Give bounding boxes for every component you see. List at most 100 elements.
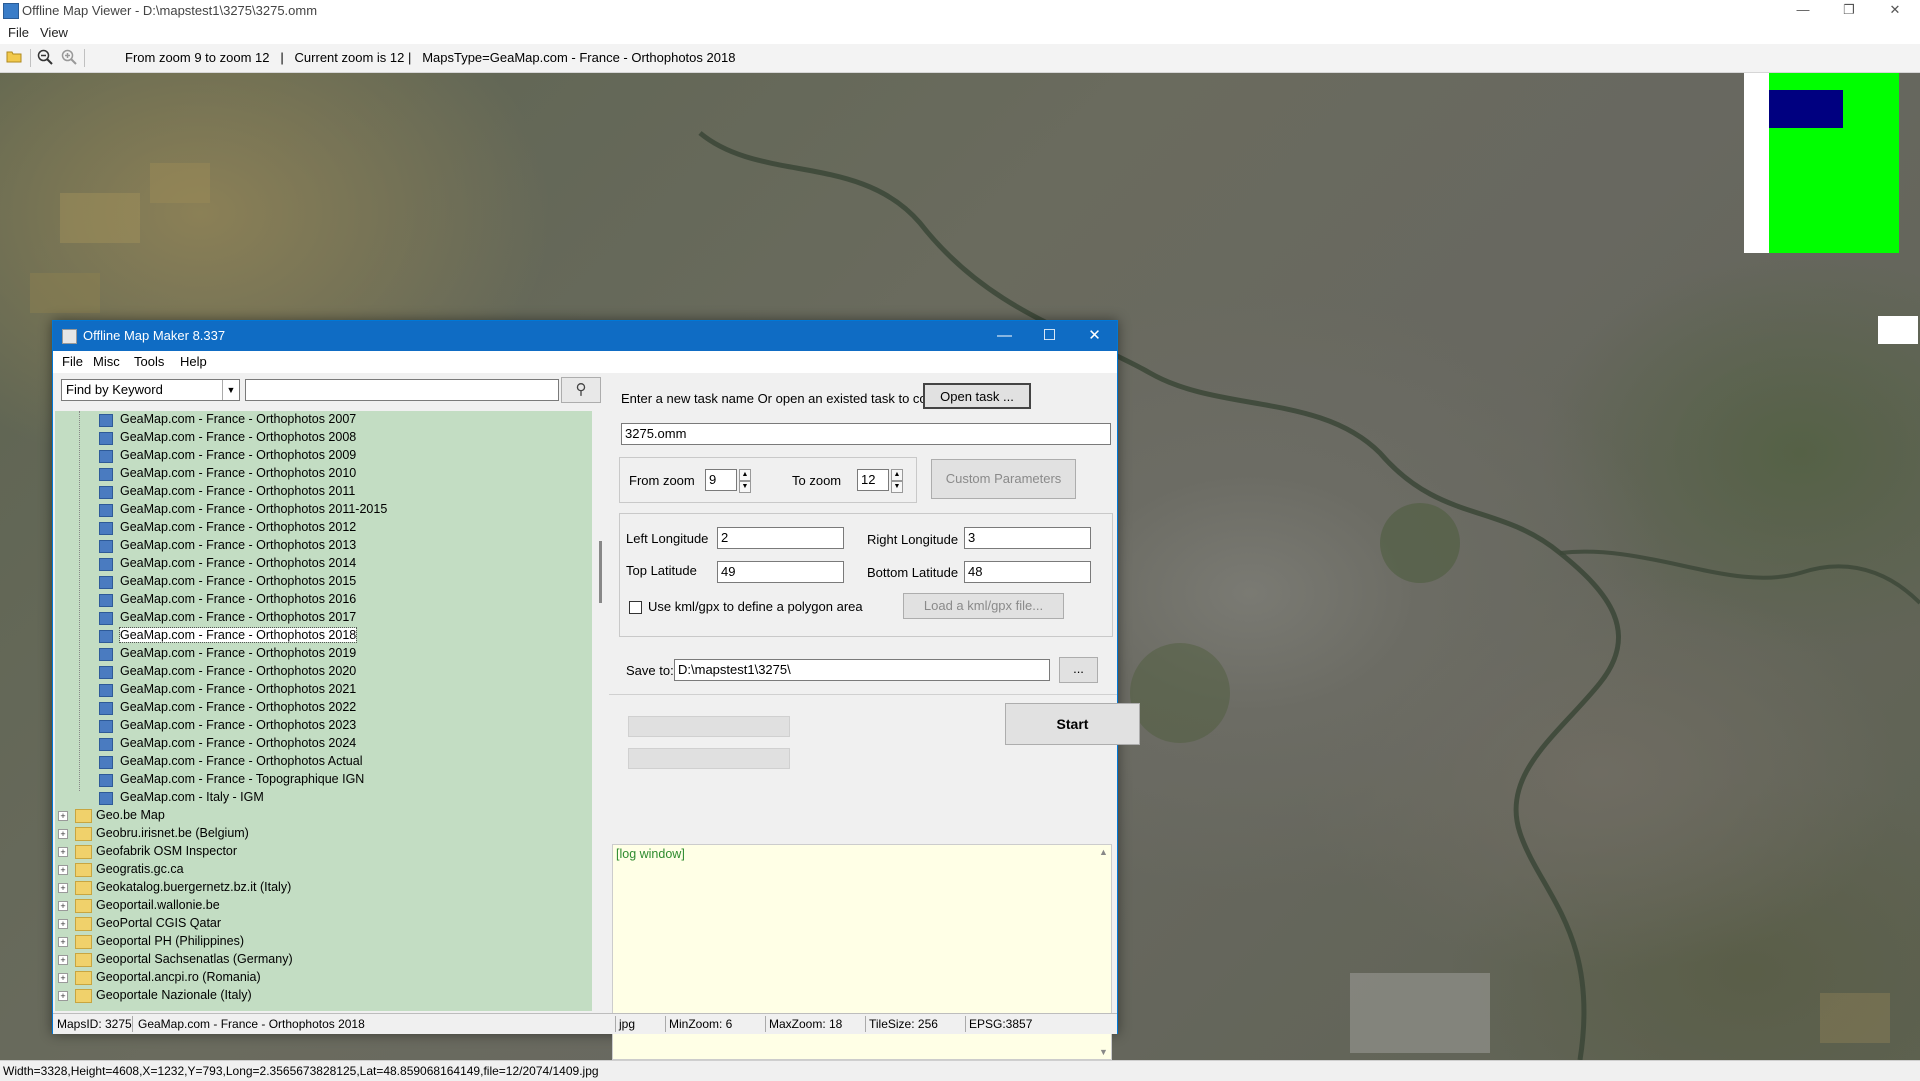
tree-item-map[interactable]: GeaMap.com - France - Orthophotos 2016 <box>55 591 592 609</box>
expand-icon[interactable]: + <box>58 919 68 929</box>
from-zoom-stepper[interactable]: ▲ ▼ <box>739 469 751 493</box>
tree-item-folder[interactable]: + Geoportal.ancpi.ro (Romania) <box>55 969 592 987</box>
map-overview[interactable] <box>1744 73 1899 253</box>
progress-bar-2 <box>628 748 790 769</box>
tree-item-label: Geoportal PH (Philippines) <box>96 934 244 948</box>
tree-item-map[interactable]: GeaMap.com - France - Orthophotos 2024 <box>55 735 592 753</box>
from-zoom-input[interactable]: 9 <box>705 469 737 491</box>
inner-menu-misc[interactable]: Misc <box>93 354 120 369</box>
tree-item-folder[interactable]: + Geobru.irisnet.be (Belgium) <box>55 825 592 843</box>
search-button[interactable]: ⚲ <box>561 377 601 403</box>
tree-item-folder[interactable]: + Geoportal PH (Philippines) <box>55 933 592 951</box>
keyword-search-input[interactable] <box>245 379 559 401</box>
expand-icon[interactable]: + <box>58 847 68 857</box>
tree-item-folder[interactable]: + Geoportail.wallonie.be <box>55 897 592 915</box>
tree-item-label: GeaMap.com - France - Orthophotos 2017 <box>120 610 357 624</box>
top-latitude-input[interactable]: 49 <box>717 561 844 583</box>
load-kml-button[interactable]: Load a kml/gpx file... <box>903 593 1064 619</box>
tree-item-folder[interactable]: + Geoportale Nazionale (Italy) <box>55 987 592 1005</box>
tree-item-folder[interactable]: + Geoportal Sachsenatlas (Germany) <box>55 951 592 969</box>
map-icon <box>99 450 113 463</box>
expand-icon[interactable]: + <box>58 865 68 875</box>
tree-item-folder[interactable]: + Geo.be Map <box>55 807 592 825</box>
minimize-button[interactable]: — <box>1780 0 1826 22</box>
min-zoom-status: MinZoom: 6 <box>669 1017 733 1031</box>
open-folder-icon[interactable] <box>5 49 23 67</box>
menu-file[interactable]: File <box>8 25 29 40</box>
spin-up-icon[interactable]: ▲ <box>891 469 903 481</box>
tree-item-map[interactable]: GeaMap.com - France - Topographique IGN <box>55 771 592 789</box>
expand-icon[interactable]: + <box>58 829 68 839</box>
menu-view[interactable]: View <box>40 25 68 40</box>
start-button[interactable]: Start <box>1005 703 1140 745</box>
tree-item-map[interactable]: GeaMap.com - France - Orthophotos 2017 <box>55 609 592 627</box>
tree-item-folder[interactable]: + GeoPortal CGIS Qatar <box>55 915 592 933</box>
scroll-up-icon[interactable]: ▲ <box>1099 847 1108 857</box>
tree-scroll-thumb[interactable] <box>599 541 602 603</box>
tree-item-map[interactable]: GeaMap.com - France - Orthophotos 2011 <box>55 483 592 501</box>
maximize-button[interactable]: ❐ <box>1826 0 1872 22</box>
expand-icon[interactable]: + <box>58 955 68 965</box>
tree-item-map[interactable]: GeaMap.com - France - Orthophotos 2013 <box>55 537 592 555</box>
epsg-status: EPSG:3857 <box>969 1017 1033 1031</box>
tree-item-map[interactable]: GeaMap.com - France - Orthophotos 2014 <box>55 555 592 573</box>
tree-item-map[interactable]: GeaMap.com - France - Orthophotos 2020 <box>55 663 592 681</box>
map-type-tree[interactable]: GeaMap.com - France - Orthophotos 2007 Ge… <box>55 411 592 1011</box>
expand-icon[interactable]: + <box>58 973 68 983</box>
tree-item-label: GeaMap.com - France - Orthophotos 2013 <box>120 538 357 552</box>
find-mode-select[interactable]: Find by Keyword ▼ <box>61 379 240 401</box>
inner-title-bar[interactable]: Offline Map Maker 8.337 — ☐ ✕ <box>53 321 1117 351</box>
tree-item-map[interactable]: GeaMap.com - France - Orthophotos 2019 <box>55 645 592 663</box>
expand-icon[interactable]: + <box>58 811 68 821</box>
tree-item-map[interactable]: GeaMap.com - France - Orthophotos 2022 <box>55 699 592 717</box>
inner-menu-file[interactable]: File <box>62 354 83 369</box>
tree-item-folder[interactable]: + Geokatalog.buergernetz.bz.it (Italy) <box>55 879 592 897</box>
map-icon <box>99 612 113 625</box>
tree-item-map[interactable]: GeaMap.com - France - Orthophotos 2011-2… <box>55 501 592 519</box>
bottom-latitude-input[interactable]: 48 <box>964 561 1091 583</box>
tree-item-map[interactable]: GeaMap.com - France - Orthophotos 2007 <box>55 411 592 429</box>
custom-parameters-button[interactable]: Custom Parameters <box>931 459 1076 499</box>
tree-item-map[interactable]: GeaMap.com - France - Orthophotos 2012 <box>55 519 592 537</box>
tree-item-map[interactable]: GeaMap.com - France - Orthophotos 2008 <box>55 429 592 447</box>
task-name-input[interactable]: 3275.omm <box>621 423 1111 445</box>
open-task-button[interactable]: Open task ... <box>923 383 1031 409</box>
to-zoom-stepper[interactable]: ▲ ▼ <box>891 469 903 493</box>
tree-item-map[interactable]: GeaMap.com - France - Orthophotos 2023 <box>55 717 592 735</box>
spin-down-icon[interactable]: ▼ <box>739 481 751 493</box>
tree-scrollbar[interactable] <box>595 411 609 1011</box>
tree-item-map[interactable]: GeaMap.com - France - Orthophotos 2018 <box>55 627 592 645</box>
expand-icon[interactable]: + <box>58 937 68 947</box>
close-button[interactable]: ✕ <box>1872 0 1918 22</box>
overview-viewport[interactable] <box>1769 90 1843 128</box>
tree-item-map[interactable]: GeaMap.com - France - Orthophotos 2021 <box>55 681 592 699</box>
inner-close-button[interactable]: ✕ <box>1072 321 1117 351</box>
expand-icon[interactable]: + <box>58 883 68 893</box>
scroll-down-icon[interactable]: ▼ <box>1099 1047 1108 1057</box>
tree-item-map[interactable]: GeaMap.com - France - Orthophotos 2009 <box>55 447 592 465</box>
save-to-input[interactable]: D:\mapstest1\3275\ <box>674 659 1050 681</box>
inner-minimize-button[interactable]: — <box>982 321 1027 351</box>
kml-checkbox[interactable] <box>629 601 642 614</box>
tree-item-folder[interactable]: + Geogratis.gc.ca <box>55 861 592 879</box>
spin-up-icon[interactable]: ▲ <box>739 469 751 481</box>
app-icon <box>62 329 77 344</box>
browse-folder-button[interactable]: ... <box>1059 657 1098 683</box>
expand-icon[interactable]: + <box>58 991 68 1001</box>
tree-item-map[interactable]: GeaMap.com - France - Orthophotos Actual <box>55 753 592 771</box>
inner-menu-help[interactable]: Help <box>180 354 207 369</box>
right-longitude-input[interactable]: 3 <box>964 527 1091 549</box>
tree-item-map[interactable]: GeaMap.com - France - Orthophotos 2010 <box>55 465 592 483</box>
tree-item-map[interactable]: GeaMap.com - France - Orthophotos 2015 <box>55 573 592 591</box>
tree-item-folder[interactable]: + Geofabrik OSM Inspector <box>55 843 592 861</box>
left-longitude-input[interactable]: 2 <box>717 527 844 549</box>
zoom-out-icon[interactable] <box>36 49 54 67</box>
inner-menu-tools[interactable]: Tools <box>134 354 164 369</box>
zoom-in-icon[interactable] <box>60 49 78 67</box>
to-zoom-input[interactable]: 12 <box>857 469 889 491</box>
kml-checkbox-label[interactable]: Use kml/gpx to define a polygon area <box>648 599 863 614</box>
inner-maximize-button[interactable]: ☐ <box>1027 321 1072 351</box>
tree-item-map[interactable]: GeaMap.com - Italy - IGM <box>55 789 592 807</box>
expand-icon[interactable]: + <box>58 901 68 911</box>
spin-down-icon[interactable]: ▼ <box>891 481 903 493</box>
